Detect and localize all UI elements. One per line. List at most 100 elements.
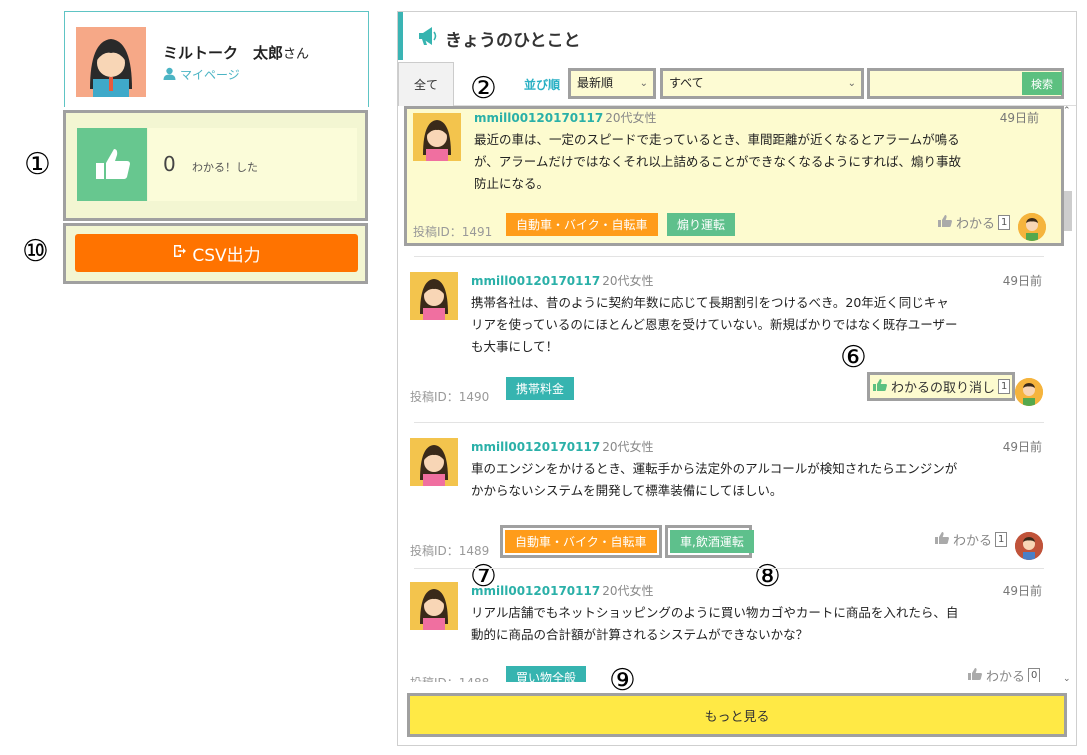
wakaru-cancel-button[interactable]: わかるの取り消し 1	[867, 372, 1016, 401]
annotation-10: ⑩	[22, 234, 49, 269]
post-id: 投稿ID：1490	[410, 390, 490, 404]
post-avatar	[410, 272, 458, 320]
post-demographic: 20代女性	[605, 111, 657, 125]
scroll-thumb[interactable]	[1064, 191, 1072, 231]
reactor-avatar	[1015, 532, 1043, 560]
wakaru-button[interactable]: わかる 1	[937, 213, 1011, 232]
post-time: 49日前	[1002, 274, 1042, 288]
post-text: 携帯各社は、昔のように契約年数に応じて長期割引をつけるべき。20年近く同じキャリ…	[471, 295, 958, 354]
post-username[interactable]: mmill00120170117 20代女性	[471, 272, 653, 289]
agree-count-box: 0 わかる！した	[148, 128, 357, 201]
post-divider	[414, 256, 1044, 257]
post-card: mmill00120170117 20代女性 49日前 車のエンジンをかけるとき、…	[404, 438, 1064, 594]
chevron-down-icon: ⌄	[639, 78, 648, 89]
category-select[interactable]: すべて ⌄	[660, 68, 864, 99]
agree-label: わかる！した	[192, 161, 258, 174]
thumbs-up-icon	[872, 378, 888, 396]
annotation-1: ①	[24, 147, 51, 182]
agree-count: 0	[163, 152, 176, 176]
agree-icon-box	[77, 128, 147, 201]
profile-honorific: さん	[283, 47, 310, 62]
scroll-up-arrow[interactable]: ⌃	[1063, 106, 1071, 116]
megaphone-icon	[417, 26, 439, 51]
tag-chip[interactable]: 車,飲酒運転	[670, 530, 754, 553]
profile-card: ミルトーク 太郎さん マイページ	[64, 11, 369, 107]
thumbs-up-icon	[934, 531, 950, 549]
csv-export-button[interactable]: CSV出力	[75, 234, 358, 272]
mypage-label[interactable]: マイページ	[180, 66, 240, 83]
tab-all[interactable]: 全て	[398, 62, 454, 106]
post-id: 投稿ID：1491	[413, 225, 493, 239]
post-username[interactable]: mmill00120170117 20代女性	[474, 109, 656, 126]
search-box: 検索	[867, 68, 1064, 99]
feed-scrollbar[interactable]: ⌃ ⌄	[1062, 106, 1074, 684]
feed-panel: きょうのひとこと 全て ② 並び順 最新順 ⌄ すべて ⌄ 検索 mmill00…	[397, 11, 1077, 746]
sort-select[interactable]: 最新順 ⌄	[568, 68, 656, 99]
post-time: 49日前	[999, 111, 1039, 125]
thumbs-up-icon	[92, 145, 132, 185]
post-username-text[interactable]: mmill00120170117	[474, 111, 603, 125]
search-input[interactable]	[870, 71, 1020, 96]
reactor-avatar	[1018, 213, 1046, 241]
tag-chip[interactable]: 自動車・バイク・自転車	[506, 213, 658, 236]
wakaru-label[interactable]: わかるの取り消し	[891, 377, 995, 396]
reactor-avatar	[1015, 378, 1043, 406]
post-username[interactable]: mmill00120170117 20代女性	[471, 582, 653, 599]
tag-chip[interactable]: 携帯料金	[506, 377, 575, 400]
thumbs-up-icon	[937, 214, 953, 232]
feed-title: きょうのひとこと	[417, 26, 581, 51]
tag-chip[interactable]: 買い物全般	[506, 666, 587, 682]
post-username-text[interactable]: mmill00120170117	[471, 440, 600, 454]
post-text: 車のエンジンをかけるとき、運転手から法定外のアルコールが検知されたらエンジンがか…	[471, 461, 958, 498]
wakaru-label[interactable]: わかる	[956, 213, 995, 232]
category-select-value: すべて	[669, 76, 704, 90]
wakaru-count: 1	[998, 379, 1011, 394]
profile-name-text: ミルトーク 太郎	[163, 44, 284, 62]
post-time: 49日前	[1002, 584, 1042, 598]
more-button-frame: もっと見る	[407, 693, 1067, 737]
post-demographic: 20代女性	[602, 584, 654, 598]
post-card: mmill00120170117 20代女性 49日前 リアル店舗でもネットショッ…	[404, 582, 1064, 682]
more-button[interactable]: もっと見る	[410, 696, 1064, 734]
search-button[interactable]: 検索	[1022, 72, 1062, 95]
feed-header: きょうのひとこと	[398, 12, 1076, 60]
mypage-link[interactable]: マイページ	[163, 66, 240, 83]
post-text: 最近の車は、一定のスピードで走っているとき、車間距離が近くなるとアラームが鳴るが…	[474, 132, 962, 191]
post-id: 投稿ID：1488	[410, 674, 489, 682]
wakaru-button[interactable]: わかる 0	[967, 666, 1041, 683]
post-card: mmill00120170117 20代女性 49日前 最近の車は、一定のスピード…	[404, 106, 1064, 246]
wakaru-button[interactable]: わかる 1	[934, 530, 1008, 549]
wakaru-count: 0	[1028, 668, 1041, 682]
post-username-text[interactable]: mmill00120170117	[471, 274, 600, 288]
post-avatar	[410, 438, 458, 486]
wakaru-count: 1	[998, 215, 1011, 230]
wakaru-count: 1	[995, 532, 1008, 547]
post-divider	[414, 422, 1044, 423]
post-id: 投稿ID：1489	[410, 544, 490, 558]
chevron-down-icon: ⌄	[847, 78, 856, 89]
annotation-6: ⑥	[840, 340, 867, 375]
post-demographic: 20代女性	[602, 440, 654, 454]
post-time: 49日前	[1002, 440, 1042, 454]
post-avatar	[410, 582, 458, 630]
annotation-2: ②	[470, 71, 497, 106]
tag-chip[interactable]: 自動車・バイク・自転車	[505, 530, 657, 553]
wakaru-label[interactable]: わかる	[986, 666, 1025, 682]
wakaru-label[interactable]: わかる	[953, 530, 992, 549]
scroll-down-arrow[interactable]: ⌄	[1063, 674, 1071, 684]
post-demographic: 20代女性	[602, 274, 654, 288]
csv-export-label[interactable]: CSV出力	[192, 241, 260, 266]
thumbs-up-icon	[967, 667, 983, 683]
sort-label: 並び順	[524, 78, 561, 92]
csv-export-frame: CSV出力	[63, 223, 368, 284]
agree-summary-panel: 0 わかる！した	[63, 110, 368, 221]
sort-select-value: 最新順	[577, 76, 614, 90]
post-username[interactable]: mmill00120170117 20代女性	[471, 438, 653, 455]
post-card: mmill00120170117 20代女性 49日前 携帯各社は、昔のように契約…	[404, 272, 1064, 412]
profile-avatar	[76, 27, 146, 97]
person-icon	[163, 67, 176, 83]
feed-title-text: きょうのひとこと	[445, 31, 581, 51]
post-username-text[interactable]: mmill00120170117	[471, 584, 600, 598]
post-divider	[414, 568, 1044, 569]
tag-chip[interactable]: 煽り運転	[667, 213, 736, 236]
